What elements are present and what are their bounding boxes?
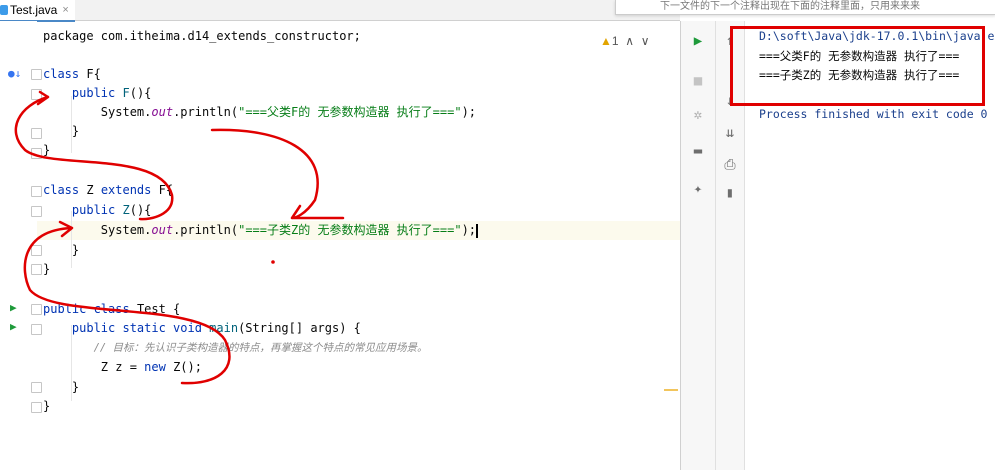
code-line-5: } bbox=[43, 124, 80, 138]
run-class-icon[interactable]: ▶ bbox=[10, 301, 17, 314]
code-line-14: public class Test { bbox=[43, 302, 181, 316]
code-line-19: } bbox=[43, 399, 51, 413]
code-line-8: class Z extends F{ bbox=[43, 183, 174, 197]
code-line-16: // 目标：先认识子类构造器的特点，再掌握这个特点的常见应用场景。 bbox=[43, 342, 428, 354]
fold-marker[interactable] bbox=[31, 89, 42, 100]
editor-tab-bar: Test.java × bbox=[0, 0, 680, 22]
fold-marker[interactable] bbox=[31, 69, 42, 80]
notification-text: 下一文件的下一个注释出现在下面的注释里面，只用来来来 bbox=[660, 1, 920, 12]
fold-marker[interactable] bbox=[31, 304, 42, 315]
next-highlight-icon[interactable]: ∨ bbox=[641, 34, 650, 48]
pin-icon[interactable]: ✦ bbox=[687, 179, 709, 199]
code-line-11: } bbox=[43, 243, 80, 257]
java-file-icon bbox=[0, 5, 8, 15]
fold-marker[interactable] bbox=[31, 128, 42, 139]
fold-marker[interactable] bbox=[31, 324, 42, 335]
trash-icon[interactable]: ▮ bbox=[719, 183, 741, 203]
fold-marker[interactable] bbox=[31, 186, 42, 197]
code-line-17: Z z = new Z(); bbox=[43, 360, 202, 374]
code-line-2: class F{ bbox=[43, 67, 101, 81]
fold-marker[interactable] bbox=[31, 148, 42, 159]
code-line-15: public static void main(String[] args) { bbox=[43, 321, 361, 335]
tab-title: Test.java bbox=[10, 3, 58, 17]
code-line-6: } bbox=[43, 143, 51, 157]
run-icon[interactable]: ▶ bbox=[687, 31, 709, 51]
fold-marker[interactable] bbox=[31, 245, 42, 256]
annotation-highlight-box bbox=[730, 26, 985, 106]
error-stripe-marker[interactable] bbox=[664, 389, 678, 391]
close-icon[interactable]: × bbox=[62, 4, 68, 16]
fold-marker[interactable] bbox=[31, 264, 42, 275]
code-line-1: package com.itheima.d14_extends_construc… bbox=[43, 29, 361, 43]
fold-marker[interactable] bbox=[31, 206, 42, 217]
run-toolstrip: ▶ ■ ✲ ▬ ✦ bbox=[681, 21, 716, 470]
fold-marker[interactable] bbox=[31, 382, 42, 393]
code-line-9: public Z(){ bbox=[43, 203, 152, 217]
code-line-4: System.out.println("===父类F的 无参数构造器 执行了==… bbox=[43, 105, 477, 119]
stop-icon[interactable]: ■ bbox=[687, 71, 709, 91]
inspection-widget[interactable]: ▲1 ∧ ∨ bbox=[600, 34, 650, 48]
previous-highlight-icon[interactable]: ∧ bbox=[625, 34, 634, 48]
code-line-12: } bbox=[43, 262, 51, 276]
code-editor[interactable]: package com.itheima.d14_extends_construc… bbox=[37, 21, 680, 470]
code-line-18: } bbox=[43, 380, 80, 394]
text-caret bbox=[476, 223, 479, 238]
console-exit-message: Process finished with exit code 0 bbox=[759, 107, 988, 121]
code-line-10: System.out.println("===子类Z的 无参数构造器 执行了==… bbox=[43, 223, 479, 238]
settings-icon[interactable]: ✲ bbox=[687, 105, 709, 125]
code-line-3: public F(){ bbox=[43, 86, 152, 100]
print-icon[interactable]: ⎙ bbox=[719, 155, 741, 175]
overridden-method-icon[interactable]: ●↓ bbox=[8, 67, 21, 80]
warning-icon: ▲ bbox=[600, 34, 612, 48]
scroll-to-end-icon[interactable]: ⇊ bbox=[719, 123, 741, 143]
layout-icon[interactable]: ▬ bbox=[687, 141, 709, 161]
fold-marker[interactable] bbox=[31, 402, 42, 413]
run-main-icon[interactable]: ▶ bbox=[10, 320, 17, 333]
tab-test-java[interactable]: Test.java × bbox=[0, 0, 75, 22]
warning-count: 1 bbox=[611, 34, 619, 48]
